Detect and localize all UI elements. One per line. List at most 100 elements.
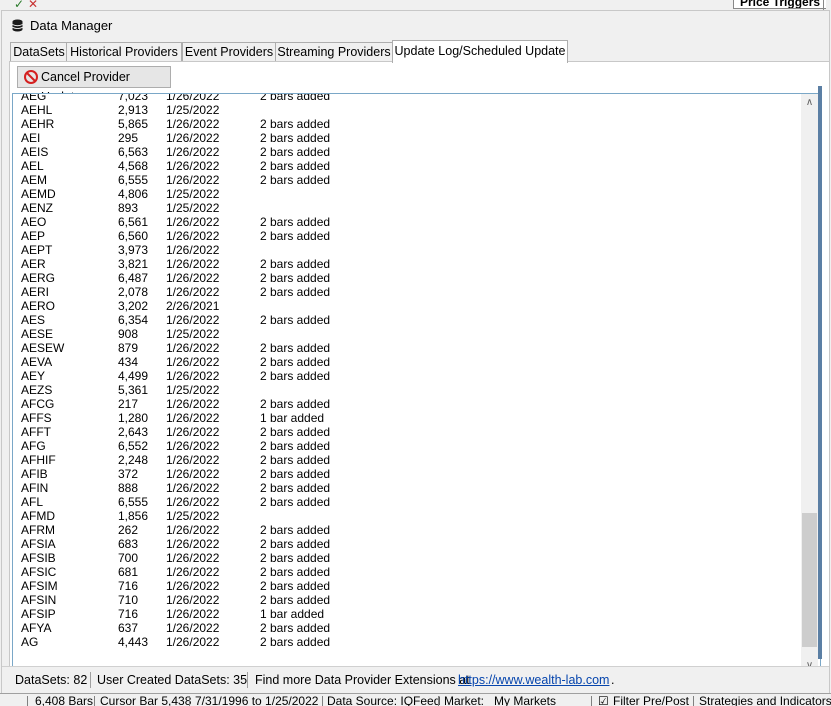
- log-bar-count: 637: [118, 621, 139, 635]
- market-label: Market:: [444, 694, 485, 706]
- log-symbol: AEIS: [21, 145, 49, 159]
- log-note: 2 bars added: [260, 159, 331, 173]
- log-note: 2 bars added: [260, 173, 331, 187]
- log-bar-count: 683: [118, 537, 139, 551]
- log-note: 2 bars added: [260, 341, 331, 355]
- log-bar-count: 4,806: [118, 187, 149, 201]
- log-date: 1/26/2022: [166, 173, 220, 187]
- log-bar-count: 2,913: [118, 103, 149, 117]
- cursor-bar: Cursor Bar 5,438: [100, 694, 192, 706]
- log-note: 2 bars added: [260, 481, 331, 495]
- log-note: 2 bars added: [260, 579, 331, 593]
- log-note: 2 bars added: [260, 453, 331, 467]
- log-bar-count: 5,361: [118, 383, 149, 397]
- title-bar[interactable]: Data Manager: [2, 11, 829, 40]
- scroll-up-arrow-icon[interactable]: ∧: [801, 94, 818, 111]
- tab-historical-providers[interactable]: Historical Providers: [66, 42, 182, 62]
- log-date: 1/25/2022: [166, 103, 220, 117]
- log-date: 1/25/2022: [166, 383, 220, 397]
- log-symbol: AEHR: [21, 117, 55, 131]
- log-note: 2 bars added: [260, 145, 331, 159]
- log-symbol: AFSIM: [21, 579, 58, 593]
- log-symbol: AG: [21, 635, 39, 649]
- log-date: 1/26/2022: [166, 593, 220, 607]
- log-symbol: AFFS: [21, 411, 52, 425]
- log-symbol: AEZS: [21, 383, 53, 397]
- log-bar-count: 6,560: [118, 229, 149, 243]
- tab-datasets[interactable]: DataSets: [10, 42, 68, 62]
- background-status-bar: 6,408 Bars Cursor Bar 5,438 7/31/1996 to…: [0, 693, 831, 706]
- log-symbol: AESEW: [21, 341, 65, 355]
- log-symbol: AERO: [21, 299, 56, 313]
- log-note: 2 bars added: [260, 439, 331, 453]
- tab-update-log[interactable]: Update Log/Scheduled Update: [392, 40, 568, 63]
- log-date: 1/26/2022: [166, 159, 220, 173]
- log-symbol: AEP: [21, 229, 46, 243]
- bars-count: 6,408 Bars: [35, 694, 94, 706]
- log-note: 2 bars added: [260, 397, 331, 411]
- log-note: 2 bars added: [260, 131, 331, 145]
- log-bar-count: 7,023: [118, 93, 149, 103]
- log-date: 1/26/2022: [166, 355, 220, 369]
- update-log-textbox[interactable]: AEG 7,023 1/26/2022 2 bars added AEHL 2,913 1/…: [12, 93, 821, 675]
- cancel-provider-update-button[interactable]: Cancel Provider Update: [17, 66, 171, 104]
- log-date: 1/26/2022: [166, 229, 220, 243]
- log-symbol: AFG: [21, 439, 46, 453]
- log-symbol: AFSIP: [21, 607, 56, 621]
- log-note: 2 bars added: [260, 593, 331, 607]
- log-date: 1/26/2022: [166, 551, 220, 565]
- log-note: 1 bar added: [260, 411, 325, 425]
- status-separator: [90, 672, 91, 688]
- filter-prepost-checkbox[interactable]: ☑: [598, 694, 609, 706]
- tab-streaming-providers[interactable]: Streaming Providers: [275, 42, 393, 62]
- wealth-lab-link[interactable]: https://www.wealth-lab.com: [458, 673, 609, 687]
- log-date: 1/26/2022: [166, 341, 220, 355]
- background-toolbar: ✓ ✕ Price Triggers: [0, 0, 831, 11]
- scroll-thumb[interactable]: [802, 513, 817, 647]
- log-bar-count: 6,487: [118, 271, 149, 285]
- log-date: 1/25/2022: [166, 187, 220, 201]
- log-bar-count: 1,856: [118, 509, 149, 523]
- log-bar-count: 879: [118, 341, 139, 355]
- update-log-panel: Cancel Provider Update AEG 7,023 1/26/2022…: [9, 61, 830, 678]
- filter-prepost-label[interactable]: Filter Pre/Post: [613, 694, 689, 706]
- log-date: 1/26/2022: [166, 243, 220, 257]
- log-date: 1/26/2022: [166, 523, 220, 537]
- tab-event-providers[interactable]: Event Providers: [182, 42, 276, 62]
- log-date: 1/26/2022: [166, 397, 220, 411]
- log-symbol: AFHIF: [21, 453, 56, 467]
- log-symbol: AENZ: [21, 201, 54, 215]
- log-symbol: AFSIC: [21, 565, 57, 579]
- log-bar-count: 5,865: [118, 117, 149, 131]
- log-date: 1/26/2022: [166, 467, 220, 481]
- log-symbol: AFFT: [21, 425, 51, 439]
- log-bar-count: 3,973: [118, 243, 149, 257]
- link-suffix: .: [611, 673, 615, 687]
- log-symbol: AES: [21, 313, 46, 327]
- log-symbol: AERI: [21, 285, 50, 299]
- log-date: 1/26/2022: [166, 369, 220, 383]
- status-separator: [247, 672, 248, 688]
- log-date: 1/25/2022: [166, 509, 220, 523]
- log-bar-count: 710: [118, 593, 139, 607]
- log-bar-count: 295: [118, 131, 139, 145]
- log-bar-count: 217: [118, 397, 139, 411]
- log-note: 2 bars added: [260, 369, 331, 383]
- log-bar-count: 3,821: [118, 257, 149, 271]
- log-date: 1/26/2022: [166, 271, 220, 285]
- background-edge: [823, 0, 831, 10]
- log-date: 1/26/2022: [166, 145, 220, 159]
- price-triggers-tab[interactable]: Price Triggers: [733, 0, 826, 9]
- log-symbol: AEL: [21, 159, 44, 173]
- log-symbol: AFSIA: [21, 537, 56, 551]
- log-date: 2/26/2021: [166, 299, 220, 313]
- log-symbol: AFSIN: [21, 593, 57, 607]
- strategies-indicators-tab[interactable]: Strategies and Indicators: [699, 694, 831, 706]
- log-bar-count: 700: [118, 551, 139, 565]
- market-select[interactable]: My Markets: [494, 694, 556, 706]
- log-note: 2 bars added: [260, 271, 331, 285]
- vertical-scrollbar[interactable]: ∧ ∨: [801, 94, 818, 674]
- log-note: 2 bars added: [260, 285, 331, 299]
- log-date: 1/26/2022: [166, 117, 220, 131]
- data-manager-window: Data Manager DataSets Historical Provide…: [1, 10, 830, 695]
